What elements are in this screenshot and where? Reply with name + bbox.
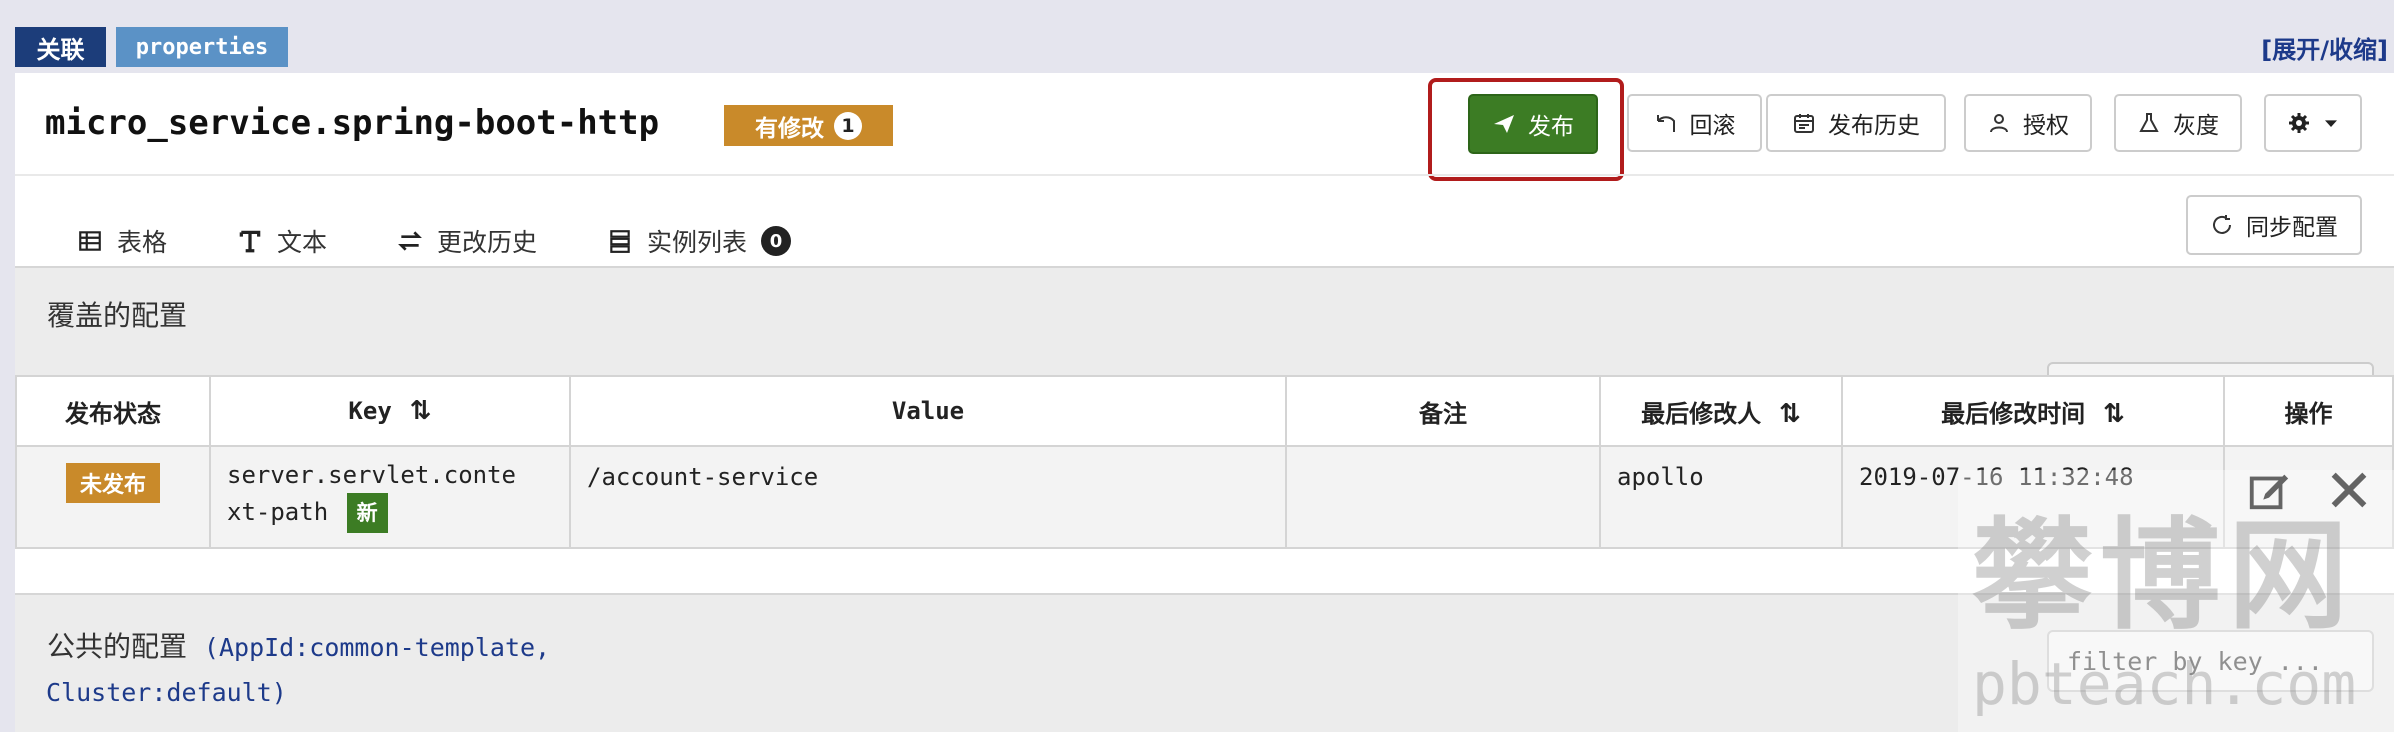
value-cell: /account-service xyxy=(569,445,1287,549)
expand-collapse-link[interactable]: [展开/收缩] xyxy=(2261,30,2388,65)
col-ops: 操作 xyxy=(2223,375,2394,447)
config-page: 关联 properties [展开/收缩] micro_service.spri… xyxy=(0,0,2394,732)
key-text-line2: xt-path xyxy=(227,498,329,526)
tab-table[interactable]: 表格 xyxy=(59,213,185,275)
watermark-logo-text: 攀博网 xyxy=(1972,507,2356,646)
override-section: 覆盖的配置 xyxy=(15,266,2394,424)
sync-config-button[interactable]: 同步配置 xyxy=(2186,195,2362,255)
modified-badge: 有修改 1 xyxy=(724,105,893,146)
modified-count: 1 xyxy=(834,111,862,140)
swap-icon xyxy=(398,231,422,251)
status-cell: 未发布 xyxy=(15,445,211,549)
sort-icon[interactable]: ⇅ xyxy=(2103,399,2125,429)
col-modified-time-label: 最后修改时间 xyxy=(1941,399,2086,428)
tab-text-label: 文本 xyxy=(277,228,328,257)
col-value: Value xyxy=(569,375,1287,447)
refresh-icon xyxy=(2213,215,2231,234)
release-history-label: 发布历史 xyxy=(1828,113,1920,139)
server-icon xyxy=(610,230,630,253)
rollback-icon xyxy=(1656,115,1675,132)
sort-icon[interactable]: ⇅ xyxy=(410,396,432,426)
comment-cell xyxy=(1285,445,1601,549)
gray-release-label: 灰度 xyxy=(2173,113,2219,139)
user-icon xyxy=(1990,114,2008,133)
text-icon xyxy=(239,230,261,253)
sort-icon[interactable]: ⇅ xyxy=(1779,399,1801,429)
sync-config-label: 同步配置 xyxy=(2246,215,2338,241)
rollback-label: 回滚 xyxy=(1689,113,1736,139)
tab-change-history-label: 更改历史 xyxy=(437,228,538,257)
watermark-url: pbteach.com xyxy=(1972,650,2357,718)
new-badge: 新 xyxy=(346,493,388,533)
authorize-button[interactable]: 授权 xyxy=(1964,94,2092,152)
col-status: 发布状态 xyxy=(15,375,211,447)
tab-instances-label: 实例列表 xyxy=(647,228,748,257)
calendar-icon xyxy=(1794,114,1814,133)
col-modifier[interactable]: 最后修改人 ⇅ xyxy=(1599,375,1843,447)
public-section-label: 公共的配置 xyxy=(47,630,188,663)
gear-icon xyxy=(2289,113,2309,133)
modifier-cell: apollo xyxy=(1599,445,1843,549)
override-section-title: 覆盖的配置 xyxy=(47,299,188,332)
col-key-label: Key xyxy=(348,397,392,425)
authorize-label: 授权 xyxy=(2023,113,2069,139)
format-tag: properties xyxy=(116,27,288,67)
cluster-text: Cluster:default) xyxy=(46,678,287,707)
header-divider xyxy=(15,174,2394,176)
appid-text: (AppId:common-template, xyxy=(203,633,551,662)
col-key[interactable]: Key ⇅ xyxy=(209,375,571,447)
publish-button[interactable]: 发布 xyxy=(1468,94,1598,154)
release-history-button[interactable]: 发布历史 xyxy=(1766,94,1946,152)
send-icon xyxy=(1494,115,1514,133)
tab-table-label: 表格 xyxy=(117,228,168,257)
col-modifier-label: 最后修改人 xyxy=(1641,399,1762,428)
publish-label: 发布 xyxy=(1528,114,1574,140)
link-tag[interactable]: 关联 xyxy=(15,27,106,67)
col-comment: 备注 xyxy=(1285,375,1601,447)
namespace-title: micro_service.spring-boot-http xyxy=(45,103,660,143)
key-text-line1: server.servlet.conte xyxy=(227,461,516,489)
instance-count-badge: 0 xyxy=(761,226,792,256)
tab-change-history[interactable]: 更改历史 xyxy=(397,213,537,269)
gray-release-button[interactable]: 灰度 xyxy=(2114,94,2242,152)
settings-dropdown-button[interactable] xyxy=(2264,94,2362,152)
tab-text[interactable]: 文本 xyxy=(237,213,327,269)
col-modified-time[interactable]: 最后修改时间 ⇅ xyxy=(1841,375,2225,447)
unpublished-badge: 未发布 xyxy=(65,463,160,503)
caret-down-icon xyxy=(2325,120,2337,127)
public-section-title: 公共的配置 (AppId:common-template, Cluster:de… xyxy=(46,625,551,715)
key-cell: server.servlet.conte xt-path 新 xyxy=(209,445,571,549)
flask-icon xyxy=(2139,113,2159,132)
table-icon xyxy=(79,231,101,251)
modified-label: 有修改 xyxy=(755,115,824,142)
tab-instances[interactable]: 实例列表 0 xyxy=(607,213,792,269)
rollback-button[interactable]: 回滚 xyxy=(1627,94,1762,152)
